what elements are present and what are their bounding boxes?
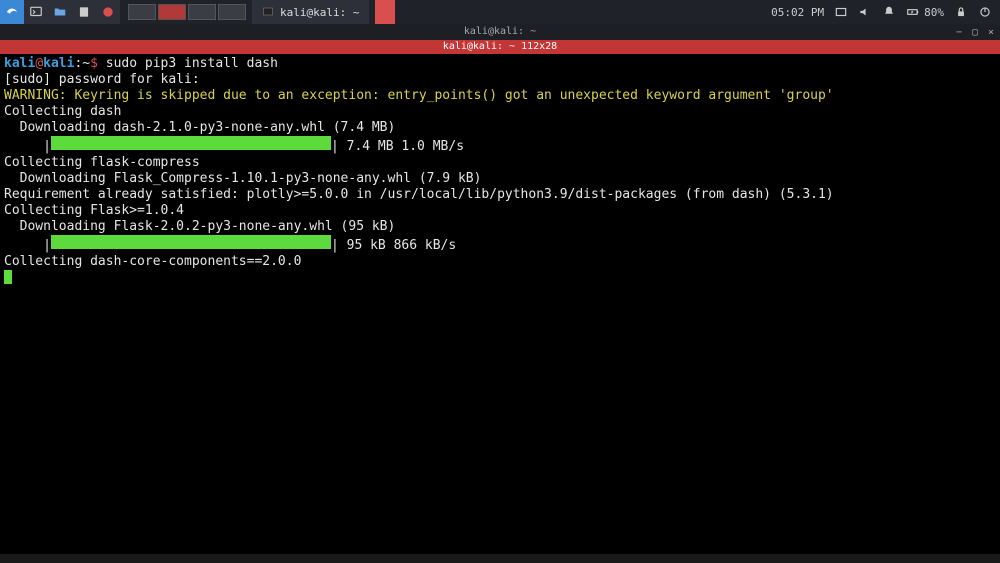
terminal-window: kali@kali: ~ − ▢ × kali@kali: ~ 112x28 k… xyxy=(0,24,1000,554)
term-line: Downloading Flask-2.0.2-py3-none-any.whl… xyxy=(4,219,395,234)
progress-pre: | xyxy=(4,139,51,154)
prompt-sep: @ xyxy=(35,56,43,71)
top-panel: kali@kali: ~ 05:02 PM 80% xyxy=(0,0,1000,24)
prompt-symbol: $ xyxy=(90,56,106,71)
workspace-3[interactable] xyxy=(188,4,216,20)
task-label: kali@kali: ~ xyxy=(280,6,359,19)
workspace-4[interactable] xyxy=(218,4,246,20)
battery-percent: 80% xyxy=(924,6,944,19)
window-minimize-button[interactable]: − xyxy=(954,25,964,35)
workspace-indicator-icon[interactable] xyxy=(834,5,848,19)
term-line: Collecting dash-core-components==2.0.0 xyxy=(4,254,301,269)
window-titlebar[interactable]: kali@kali: ~ − ▢ × xyxy=(0,24,1000,40)
launcher-browser[interactable] xyxy=(96,0,120,24)
progress-bar xyxy=(51,136,331,150)
prompt-user: kali xyxy=(4,56,35,71)
power-icon[interactable] xyxy=(978,5,992,19)
panel-right: 05:02 PM 80% xyxy=(771,5,1000,19)
cursor xyxy=(4,270,12,284)
browser-icon xyxy=(101,5,115,19)
term-line: [sudo] password for kali: xyxy=(4,72,200,87)
launcher-files[interactable] xyxy=(48,0,72,24)
progress-post: | 7.4 MB 1.0 MB/s xyxy=(331,139,464,154)
progress-bar xyxy=(51,235,331,249)
kali-icon xyxy=(5,5,19,19)
window-title: kali@kali: ~ xyxy=(464,26,536,37)
launcher-terminal[interactable] xyxy=(24,0,48,24)
clock[interactable]: 05:02 PM xyxy=(771,6,824,19)
command-text: sudo pip3 install dash xyxy=(106,56,278,71)
term-line: Collecting Flask>=1.0.4 xyxy=(4,203,184,218)
battery-indicator[interactable]: 80% xyxy=(906,5,944,19)
term-line: Collecting dash xyxy=(4,104,121,119)
terminal-output[interactable]: kali@kali:~$ sudo pip3 install dash [sud… xyxy=(0,54,1000,554)
term-line: Downloading Flask_Compress-1.10.1-py3-no… xyxy=(4,171,481,186)
folder-icon xyxy=(53,5,67,19)
app-menu-button[interactable] xyxy=(0,0,24,24)
editor-icon xyxy=(77,5,91,19)
taskbar-item-recorder[interactable] xyxy=(375,0,395,24)
launcher-editor[interactable] xyxy=(72,0,96,24)
terminal-tab[interactable]: kali@kali: ~ 112x28 xyxy=(0,40,1000,54)
terminal-icon xyxy=(262,6,274,18)
term-line: Requirement already satisfied: plotly>=5… xyxy=(4,187,834,202)
battery-charging-icon xyxy=(906,5,920,19)
prompt-path: :~ xyxy=(74,56,90,71)
workspace-2[interactable] xyxy=(158,4,186,20)
term-line-warning: WARNING: Keyring is skipped due to an ex… xyxy=(4,88,834,103)
window-maximize-button[interactable]: ▢ xyxy=(970,25,980,35)
term-line: Downloading dash-2.1.0-py3-none-any.whl … xyxy=(4,120,395,135)
prompt-host: kali xyxy=(43,56,74,71)
progress-post: | 95 kB 866 kB/s xyxy=(331,238,456,253)
workspace-1[interactable] xyxy=(128,4,156,20)
panel-left: kali@kali: ~ xyxy=(0,0,395,24)
term-line: Collecting flask-compress xyxy=(4,155,200,170)
volume-icon[interactable] xyxy=(858,5,872,19)
terminal-icon xyxy=(29,5,43,19)
window-close-button[interactable]: × xyxy=(986,25,996,35)
progress-pre: | xyxy=(4,238,51,253)
workspace-switcher[interactable] xyxy=(128,4,246,20)
notifications-icon[interactable] xyxy=(882,5,896,19)
terminal-tab-label: kali@kali: ~ 112x28 xyxy=(443,41,557,52)
lock-icon[interactable] xyxy=(954,5,968,19)
taskbar-item-terminal[interactable]: kali@kali: ~ xyxy=(252,0,369,24)
